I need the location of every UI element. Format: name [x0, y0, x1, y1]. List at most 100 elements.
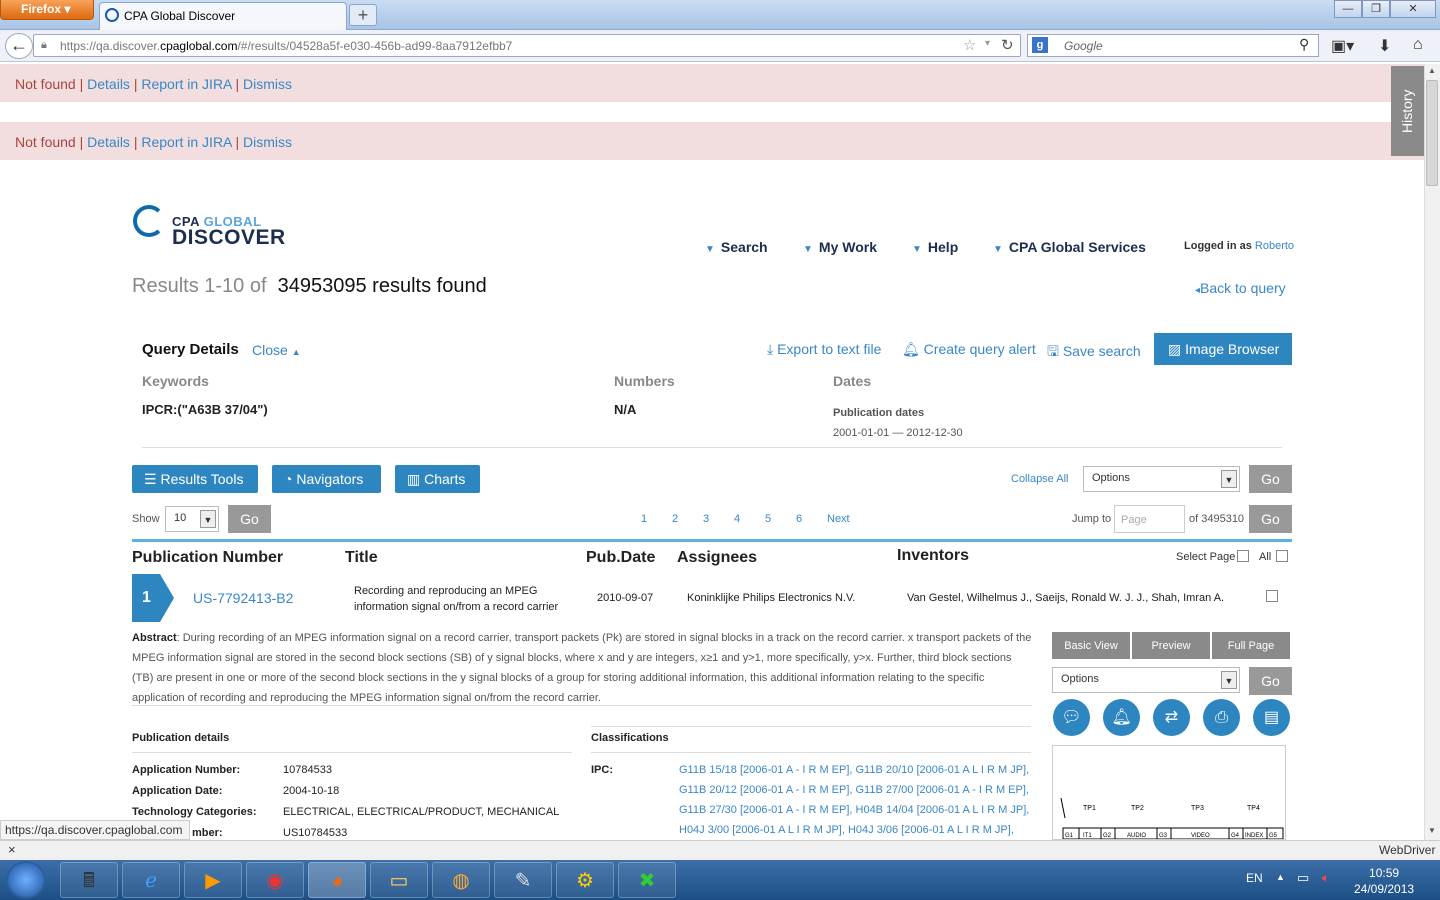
alert-dismiss-link[interactable]: Dismiss [243, 134, 292, 150]
results-tools-button[interactable]: ☰ Results Tools [132, 465, 258, 493]
scrollbar-thumb[interactable] [1426, 80, 1438, 186]
basic-view-button[interactable]: Basic View [1052, 632, 1130, 659]
options-select[interactable]: Options ▼ [1083, 466, 1240, 492]
ipc-line[interactable]: H04J 3/00 [2006-01 A L I R M JP], H04J 3… [679, 824, 1014, 836]
volume-muted-icon[interactable]: 🔈︎ [1322, 870, 1330, 886]
ipc-line[interactable]: G11B 20/12 [2006-01 A - I R M EP], G11B … [679, 784, 1029, 796]
java-ee-ide-icon[interactable]: ⚙ [556, 862, 614, 898]
print-icon[interactable]: ⎙ [1203, 699, 1240, 736]
language-indicator[interactable]: EN [1246, 871, 1263, 885]
alert-details-link[interactable]: Details [87, 134, 130, 150]
reload-icon[interactable]: ↻ [1001, 36, 1014, 54]
start-button-icon[interactable] [6, 861, 46, 899]
page-size-select[interactable]: 10 ▼ [165, 506, 219, 532]
select-all-checkbox[interactable] [1276, 550, 1288, 562]
page-link-3[interactable]: 3 [703, 513, 709, 525]
address-bar[interactable]: https://qa.discover.cpaglobal.com/#/resu… [33, 34, 1021, 57]
chrome-icon[interactable]: ◉ [246, 862, 304, 898]
page-link-1[interactable]: 1 [641, 513, 647, 525]
browser-tab[interactable]: CPA Global Discover [99, 2, 347, 30]
bell-icon[interactable]: 🔔︎ [1103, 699, 1140, 736]
scroll-up-icon[interactable]: ▲ [1428, 66, 1436, 75]
user-link[interactable]: Roberto [1255, 240, 1294, 252]
close-query-details-link[interactable]: Close ▲ [252, 342, 301, 358]
excel-icon[interactable]: ✖ [618, 862, 676, 898]
result-index-arrow [160, 574, 174, 622]
show-go-button[interactable]: Go [228, 505, 271, 533]
tray-expand-icon[interactable]: ▲ [1276, 872, 1285, 882]
google-engine-icon[interactable]: g [1032, 37, 1048, 53]
col-inventors[interactable]: Inventors [897, 547, 969, 565]
jump-page-input[interactable]: Page [1114, 505, 1185, 533]
ipc-line[interactable]: G11B 27/30 [2006-01 A - I R M EP], H04B … [679, 804, 1029, 816]
charts-button[interactable]: ▥ Charts [395, 465, 480, 493]
page-link-2[interactable]: 2 [672, 513, 678, 525]
new-tab-button[interactable]: + [349, 4, 377, 26]
create-alert-link[interactable]: 🔔︎ Create query alert [902, 341, 1036, 358]
internet-explorer-icon[interactable]: ℯ [122, 862, 180, 898]
alert-dismiss-link[interactable]: Dismiss [243, 76, 292, 92]
download-icon[interactable]: ⬇ [1378, 36, 1391, 56]
comment-icon[interactable]: 💬︎ [1053, 699, 1090, 736]
scroll-down-icon[interactable]: ▼ [1428, 826, 1436, 835]
firefox-menu-button[interactable]: Firefox ▾ [0, 0, 94, 20]
preview-button[interactable]: Preview [1132, 632, 1210, 659]
network-icon[interactable]: ▭ [1297, 870, 1309, 886]
publication-number-link[interactable]: US-7792413-B2 [193, 590, 293, 606]
document-icon[interactable]: ▤ [1253, 699, 1290, 736]
minimize-icon[interactable]: — [1334, 0, 1362, 18]
menu-search[interactable]: ▼ Search [705, 239, 768, 255]
result-select-checkbox[interactable] [1266, 590, 1278, 602]
page-link-4[interactable]: 4 [734, 513, 740, 525]
export-label: Export to text file [777, 341, 882, 357]
ipc-line[interactable]: G11B 15/18 [2006-01 A - I R M EP], G11B … [679, 764, 1029, 776]
jump-go-button[interactable]: Go [1249, 505, 1292, 533]
menu-cpa-services[interactable]: ▼ CPA Global Services [993, 239, 1146, 255]
close-window-icon[interactable]: ✕ [1390, 0, 1436, 18]
compare-arrows-icon[interactable]: ⇄ [1153, 699, 1190, 736]
app-icon[interactable]: ◍ [432, 862, 490, 898]
full-page-button[interactable]: Full Page [1212, 632, 1290, 659]
number-label: mber: [192, 827, 223, 839]
alert-details-link[interactable]: Details [87, 76, 130, 92]
firefox-icon[interactable]: ◕ [308, 862, 366, 898]
bookmark-star-icon[interactable]: ☆ [963, 36, 976, 54]
notepad-icon[interactable]: ✎ [494, 862, 552, 898]
search-icon[interactable]: ⚲ [1299, 36, 1309, 53]
col-title[interactable]: Title [345, 549, 378, 567]
search-bar[interactable]: Google [1027, 34, 1319, 57]
alert-jira-link[interactable]: Report in JIRA [141, 134, 231, 150]
col-assignees[interactable]: Assignees [677, 549, 757, 567]
navigators-button[interactable]: ◔ Navigators [272, 465, 381, 493]
drawing-thumbnail[interactable]: TP1 TP2 TP3 TP4 G1 IT1 G2 AUDIO G3 VIDEO… [1052, 745, 1286, 840]
result-options-select[interactable]: Options ▼ [1052, 667, 1240, 693]
back-arrow-icon[interactable]: ← [5, 33, 33, 59]
history-dropdown-icon[interactable]: ▾ [985, 38, 990, 49]
media-player-icon[interactable]: ▶ [184, 862, 242, 898]
export-text-link[interactable]: ⤓ Export to text file [767, 341, 881, 358]
back-to-query-link[interactable]: ◂Back to query [1195, 280, 1286, 296]
alert-jira-link[interactable]: Report in JIRA [141, 76, 231, 92]
next-page-link[interactable]: Next [827, 513, 850, 525]
maximize-icon[interactable]: ❐ [1362, 0, 1390, 18]
menu-my-work[interactable]: ▼ My Work [803, 239, 877, 255]
history-tab[interactable]: History [1391, 66, 1424, 156]
options-go-button[interactable]: Go [1249, 465, 1292, 493]
save-search-link[interactable]: 🖫 Save search [1047, 341, 1141, 365]
file-explorer-icon[interactable]: ▭ [370, 862, 428, 898]
menu-help[interactable]: ▼ Help [912, 239, 958, 255]
collapse-all-link[interactable]: Collapse All [1011, 473, 1068, 485]
home-icon[interactable]: ⌂ [1413, 36, 1423, 54]
col-pub-date[interactable]: Pub.Date [586, 549, 655, 567]
result-go-button[interactable]: Go [1249, 667, 1292, 695]
page-link-5[interactable]: 5 [765, 513, 771, 525]
col-publication-number[interactable]: Publication Number [132, 549, 283, 567]
close-bar-icon[interactable]: × [8, 842, 16, 857]
bookmarks-icon[interactable]: ▣▾ [1331, 36, 1354, 56]
system-clock[interactable]: 10:59 24/09/2013 [1354, 865, 1414, 897]
calculator-icon[interactable]: 🖩 [60, 862, 118, 898]
bar-chart-icon: ▥ [407, 471, 421, 487]
image-browser-button[interactable]: ▨ Image Browser [1154, 333, 1292, 365]
select-page-checkbox[interactable] [1237, 550, 1249, 562]
page-link-6[interactable]: 6 [796, 513, 802, 525]
